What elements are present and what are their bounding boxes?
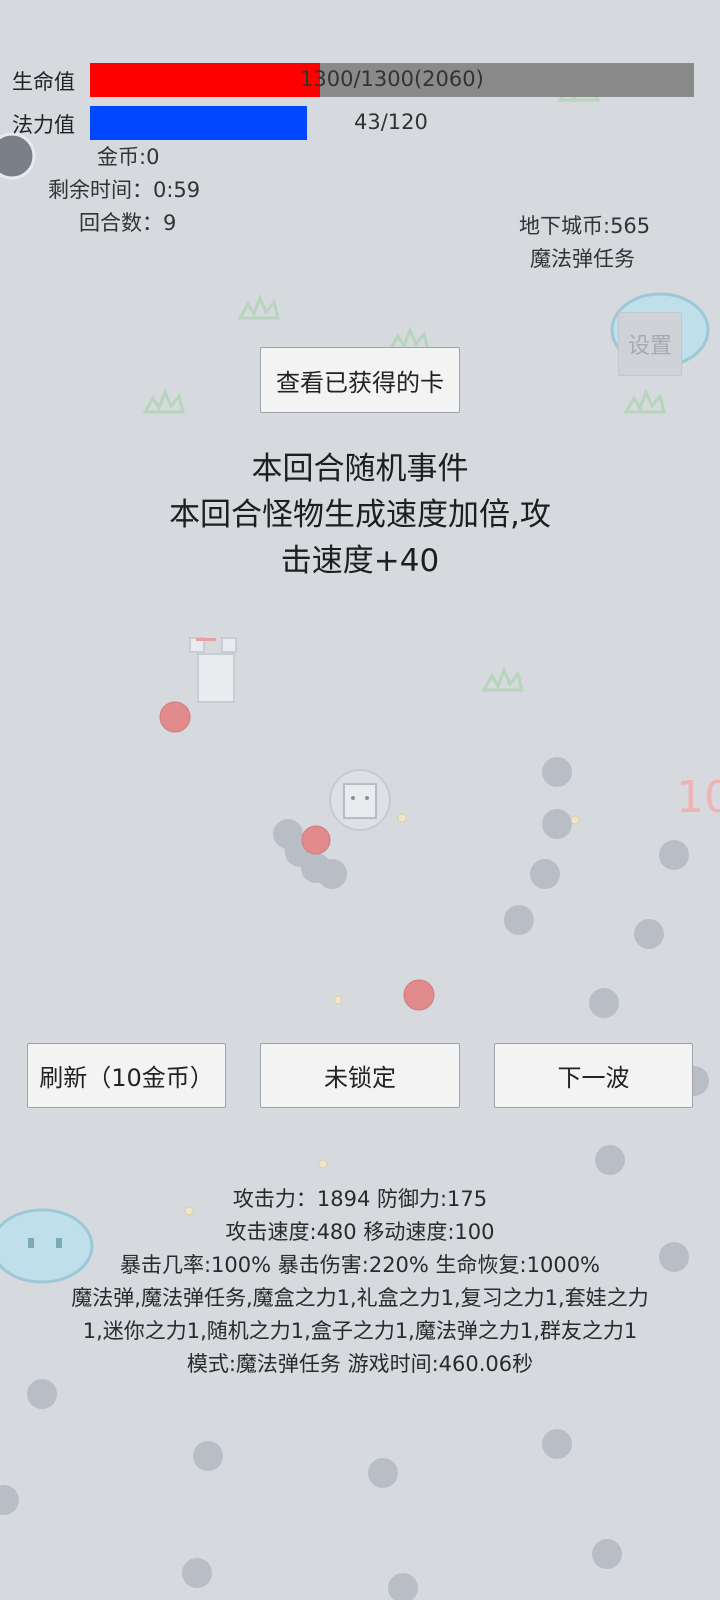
card-list-line1: 魔法弹,魔法弹任务,魔盒之力1,礼盒之力1,复习之力1,套娃之力 (71, 1286, 649, 1310)
event-description-line1: 本回合怪物生成速度加倍,攻 (169, 497, 551, 533)
view-cards-button[interactable]: 查看已获得的卡 (260, 347, 460, 413)
card-list-line2: 1,迷你之力1,随机之力1,盒子之力1,魔法弹之力1,群友之力1 (82, 1319, 638, 1343)
refresh-button[interactable]: 刷新（10金币） (27, 1043, 226, 1108)
hp-bar-fill (90, 63, 320, 97)
cat-pet-icon (189, 637, 237, 703)
lock-button[interactable]: 未锁定 (260, 1043, 460, 1108)
enemy-orbs (0, 757, 709, 1600)
damage-number: 10 (676, 772, 720, 823)
stats-attack-defense: 攻击力：1894 防御力:175 (232, 1187, 488, 1211)
player-character-icon (329, 769, 391, 831)
round-counter: 回合数：9 (79, 211, 177, 235)
gold-counter: 金币:0 (97, 145, 160, 169)
hp-label: 生命值 (12, 70, 75, 94)
stats-speed: 攻击速度:480 移动速度:100 (225, 1220, 495, 1244)
dungeon-coins: 地下城币:565 (519, 214, 651, 238)
next-wave-button[interactable]: 下一波 (494, 1043, 693, 1108)
mp-value: 43/120 (354, 110, 428, 134)
stats-crit-regen: 暴击几率:100% 暴击伤害:220% 生命恢复:1000% (119, 1253, 601, 1277)
mp-bar-fill (90, 106, 308, 140)
event-title: 本回合随机事件 (251, 451, 469, 487)
time-remaining: 剩余时间：0:59 (48, 178, 201, 202)
quest-label: 魔法弹任务 (530, 247, 635, 271)
hp-value: 1300/1300(2060) (300, 67, 484, 91)
sparkle-icons (184, 813, 580, 1216)
mp-label: 法力值 (12, 113, 75, 137)
mode-game-time: 模式:魔法弹任务 游戏时间:460.06秒 (186, 1352, 534, 1376)
settings-button[interactable]: 设置 (618, 312, 682, 376)
avatar-icon (0, 132, 36, 180)
event-description-line2: 击速度+40 (280, 543, 440, 579)
